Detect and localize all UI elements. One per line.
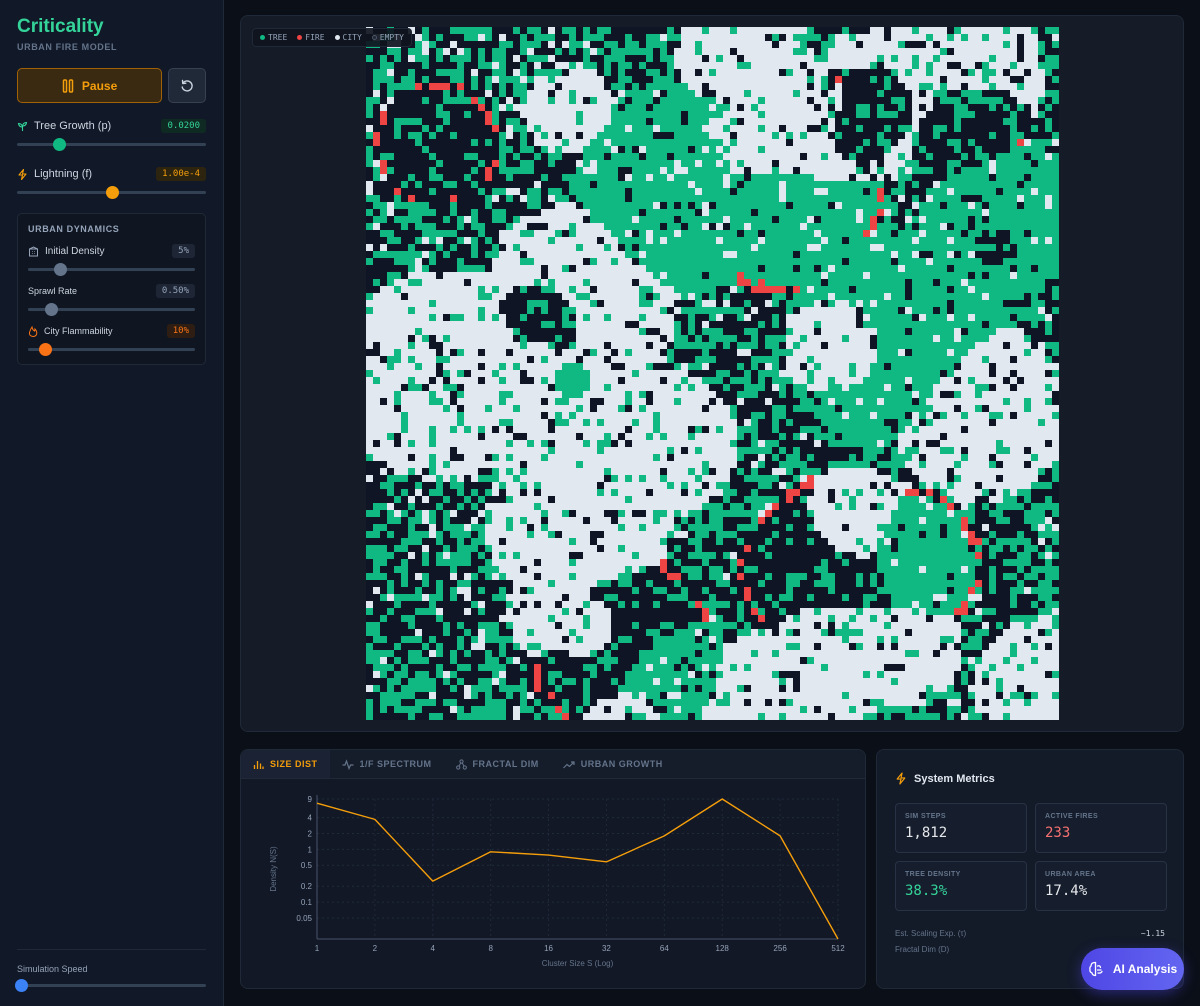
grid-legend: TREE FIRE CITY EMPTY [252, 28, 412, 47]
metric-active-fires: ACTIVE FIRES 233 [1035, 803, 1167, 853]
reset-button[interactable] [168, 68, 206, 103]
trend-icon [562, 760, 575, 768]
city-flammability-label: City Flammability [44, 326, 113, 336]
sim-steps-value: 1,812 [905, 825, 948, 841]
reset-icon [181, 79, 193, 92]
y-tick-label: 2 [308, 829, 313, 838]
tab-urban-growth[interactable]: URBAN GROWTH [551, 750, 675, 778]
tree-growth-control: Tree Growth (p) 0.0200 [17, 119, 206, 151]
app-title: Criticality [17, 16, 104, 37]
ai-analysis-button[interactable]: AI Analysis [1081, 948, 1184, 990]
tree-density-value: 38.3% [905, 883, 948, 899]
lightning-value: 1.00e-4 [156, 167, 206, 181]
lightning-icon [896, 772, 906, 785]
chart-panel: SIZE DIST 1/F SPECTRUM FRACTAL DIM URBAN… [240, 749, 866, 989]
sprout-icon [17, 121, 28, 131]
x-tick-label: 128 [716, 944, 730, 953]
x-tick-label: 2 [373, 944, 378, 953]
flame-icon [28, 325, 38, 337]
city-flammability-control: City Flammability 10% [28, 324, 195, 356]
legend-city: CITY [334, 33, 362, 42]
x-tick-label: 256 [773, 944, 787, 953]
sprawl-rate-slider[interactable] [28, 302, 195, 316]
chart-tabs: SIZE DIST 1/F SPECTRUM FRACTAL DIM URBAN… [241, 750, 865, 779]
lightning-label: Lightning (f) [34, 168, 93, 180]
sprawl-rate-value: 0.50% [155, 284, 195, 298]
tab-1f-spectrum[interactable]: 1/F SPECTRUM [330, 750, 444, 778]
y-tick-label: 0.5 [301, 861, 313, 870]
y-tick-label: 4 [308, 814, 313, 823]
sprawl-rate-thumb[interactable] [45, 303, 59, 316]
x-tick-label: 1 [315, 944, 320, 953]
y-tick-label: 0.05 [296, 914, 312, 923]
sprawl-rate-label: Sprawl Rate [28, 286, 78, 296]
x-tick-label: 16 [544, 944, 553, 953]
tree-growth-thumb[interactable] [52, 138, 66, 151]
simulation-grid[interactable] [366, 27, 1059, 720]
x-tick-label: 64 [660, 944, 669, 953]
size-distribution-chart: 1 2 4 8 16 32 64 128 256 512 9 4 2 1 0.5 0.2 0.1 0.05 Clus… [269, 795, 845, 968]
lightning-thumb[interactable] [105, 186, 119, 199]
metric-tree-density: TREE DENSITY 38.3% [895, 861, 1027, 911]
initial-density-value: 5% [172, 244, 195, 258]
simulation-speed-control: Simulation Speed [14, 949, 206, 992]
network-icon [455, 758, 467, 770]
simulation-speed-label: Simulation Speed [17, 964, 88, 974]
fractal-label: Fractal Dim (D) [895, 945, 950, 954]
legend-fire: FIRE [297, 33, 325, 42]
x-tick-label: 32 [602, 944, 611, 953]
active-fires-value: 233 [1045, 825, 1071, 841]
x-axis-label: Cluster Size S (Log) [542, 959, 614, 968]
city-flammability-value: 10% [166, 324, 195, 338]
pause-button[interactable]: Pause [17, 68, 163, 103]
lightning-slider[interactable] [17, 185, 206, 199]
lightning-control: Lightning (f) 1.00e-4 [17, 167, 206, 199]
lightning-icon [18, 168, 27, 180]
scaling-value: ~1.15 [1140, 929, 1165, 938]
initial-density-control: Initial Density 5% [28, 244, 195, 276]
simulation-speed-slider[interactable] [14, 978, 206, 992]
y-axis-label: Density N(S) [269, 846, 278, 892]
pulse-icon [342, 758, 354, 770]
city-flammability-slider[interactable] [28, 342, 195, 356]
brain-icon [1089, 961, 1103, 977]
urban-area-value: 17.4% [1045, 883, 1088, 899]
pause-label: Pause [81, 78, 118, 93]
metrics-title: System Metrics [914, 772, 995, 785]
sidebar: Criticality URBAN FIRE MODEL Pause Tree … [0, 0, 224, 1006]
simulation-panel: TREE FIRE CITY EMPTY [240, 15, 1184, 732]
metric-urban-area: URBAN AREA 17.4% [1035, 861, 1167, 911]
legend-empty: EMPTY [371, 33, 404, 42]
y-tick-label: 0.1 [301, 898, 313, 907]
building-icon [29, 245, 38, 256]
initial-density-slider[interactable] [28, 262, 195, 276]
legend-tree: TREE [260, 33, 287, 42]
x-tick-label: 8 [488, 944, 493, 953]
scaling-label: Est. Scaling Exp. (τ) [895, 929, 967, 938]
city-flammability-thumb[interactable] [38, 343, 52, 356]
urban-dynamics-title: URBAN DYNAMICS [28, 224, 120, 234]
initial-density-thumb[interactable] [53, 263, 67, 276]
tab-fractal-dim[interactable]: FRACTAL DIM [444, 750, 551, 778]
urban-dynamics-panel: URBAN DYNAMICS Initial Density 5% Sprawl… [17, 213, 206, 365]
metric-sim-steps: SIM STEPS 1,812 [895, 803, 1027, 853]
sprawl-rate-control: Sprawl Rate 0.50% [28, 284, 195, 316]
tree-growth-label: Tree Growth (p) [34, 120, 112, 132]
tree-growth-value: 0.0200 [161, 119, 206, 133]
bar-chart-icon [253, 760, 264, 769]
x-tick-label: 512 [831, 944, 845, 953]
simulation-speed-thumb[interactable] [14, 979, 28, 992]
y-tick-label: 9 [308, 795, 313, 804]
app-subtitle: URBAN FIRE MODEL [17, 42, 118, 52]
tab-size-dist[interactable]: SIZE DIST [241, 750, 330, 778]
y-tick-label: 1 [308, 845, 313, 854]
tree-growth-slider[interactable] [17, 137, 206, 151]
initial-density-label: Initial Density [45, 245, 105, 257]
x-tick-label: 4 [431, 944, 436, 953]
pause-icon [62, 78, 74, 93]
y-tick-label: 0.2 [301, 882, 313, 891]
